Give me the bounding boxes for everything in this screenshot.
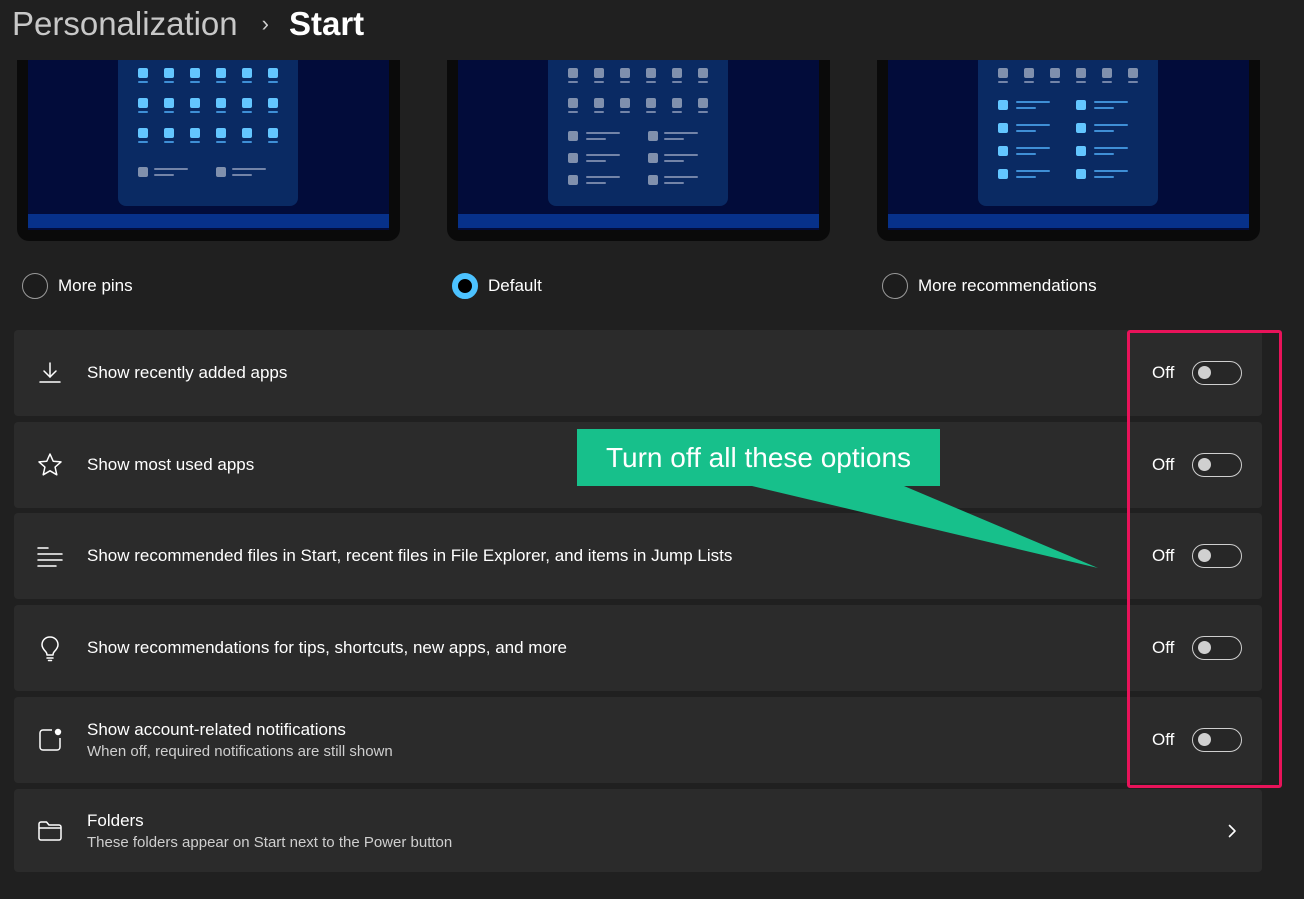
setting-title: Show account-related notifications — [87, 720, 346, 739]
page-title: Start — [288, 5, 365, 42]
list-icon — [36, 542, 64, 570]
setting-title: Show recently added apps — [87, 363, 288, 382]
toggle-state-text: Off — [1152, 546, 1175, 565]
download-icon — [36, 359, 64, 387]
toggle-state-text: Off — [1152, 363, 1175, 382]
setting-recommendations-tips: Show recommendations for tips, shortcuts… — [14, 605, 1262, 691]
setting-title: Show recommendations for tips, shortcuts… — [87, 638, 568, 657]
toggle-state-text: Off — [1152, 730, 1175, 749]
folder-icon — [36, 817, 64, 845]
layout-preview-more-pins[interactable] — [17, 60, 400, 241]
radio-more-pins[interactable]: More pins — [22, 271, 133, 301]
radio-label: Default — [488, 276, 542, 295]
preview-taskbar — [458, 214, 819, 228]
breadcrumb-personalization[interactable]: Personalization — [12, 5, 238, 43]
setting-title: Show most used apps — [87, 455, 255, 474]
radio-button[interactable] — [882, 273, 908, 299]
radio-button-selected[interactable] — [452, 273, 478, 299]
account-notifications-toggle[interactable] — [1192, 728, 1242, 752]
setting-text: Folders These folders appear on Start ne… — [87, 811, 452, 851]
breadcrumb: Personalization › Start — [12, 2, 364, 46]
preview-taskbar — [28, 214, 389, 228]
breadcrumb-separator-icon: › — [261, 11, 269, 36]
setting-recently-added-apps: Show recently added apps Off — [14, 330, 1262, 416]
setting-title: Show recommended files in Start, recent … — [87, 546, 733, 565]
star-icon — [36, 451, 64, 479]
toggle-state-text: Off — [1152, 638, 1175, 657]
setting-subtitle: When off, required notifications are sti… — [87, 743, 393, 760]
annotation-callout: Turn off all these options — [577, 429, 940, 486]
layout-preview-more-recommendations[interactable] — [877, 60, 1260, 241]
toggle-state-text: Off — [1152, 455, 1175, 474]
preview-start-panel — [118, 60, 298, 206]
preview-start-panel — [978, 60, 1158, 206]
recently-added-apps-toggle[interactable] — [1192, 361, 1242, 385]
radio-more-recommendations[interactable]: More recommendations — [882, 271, 1097, 301]
most-used-apps-toggle[interactable] — [1192, 453, 1242, 477]
radio-button[interactable] — [22, 273, 48, 299]
recommendations-tips-toggle[interactable] — [1192, 636, 1242, 660]
layout-preview-default[interactable] — [447, 60, 830, 241]
setting-text: Show account-related notifications When … — [87, 720, 393, 760]
notification-icon — [36, 726, 64, 754]
lightbulb-icon — [36, 634, 64, 662]
setting-subtitle: These folders appear on Start next to th… — [87, 833, 453, 851]
setting-folders[interactable]: Folders These folders appear on Start ne… — [14, 789, 1262, 872]
recommended-files-toggle[interactable] — [1192, 544, 1242, 568]
preview-start-panel — [548, 60, 728, 206]
radio-default[interactable]: Default — [452, 271, 542, 301]
setting-recommended-files: Show recommended files in Start, recent … — [14, 513, 1262, 599]
preview-taskbar — [888, 214, 1249, 228]
setting-title: Folders — [87, 810, 144, 830]
chevron-right-icon — [1228, 824, 1236, 837]
setting-account-notifications: Show account-related notifications When … — [14, 697, 1262, 783]
radio-label: More pins — [58, 276, 133, 295]
radio-label: More recommendations — [918, 276, 1097, 295]
